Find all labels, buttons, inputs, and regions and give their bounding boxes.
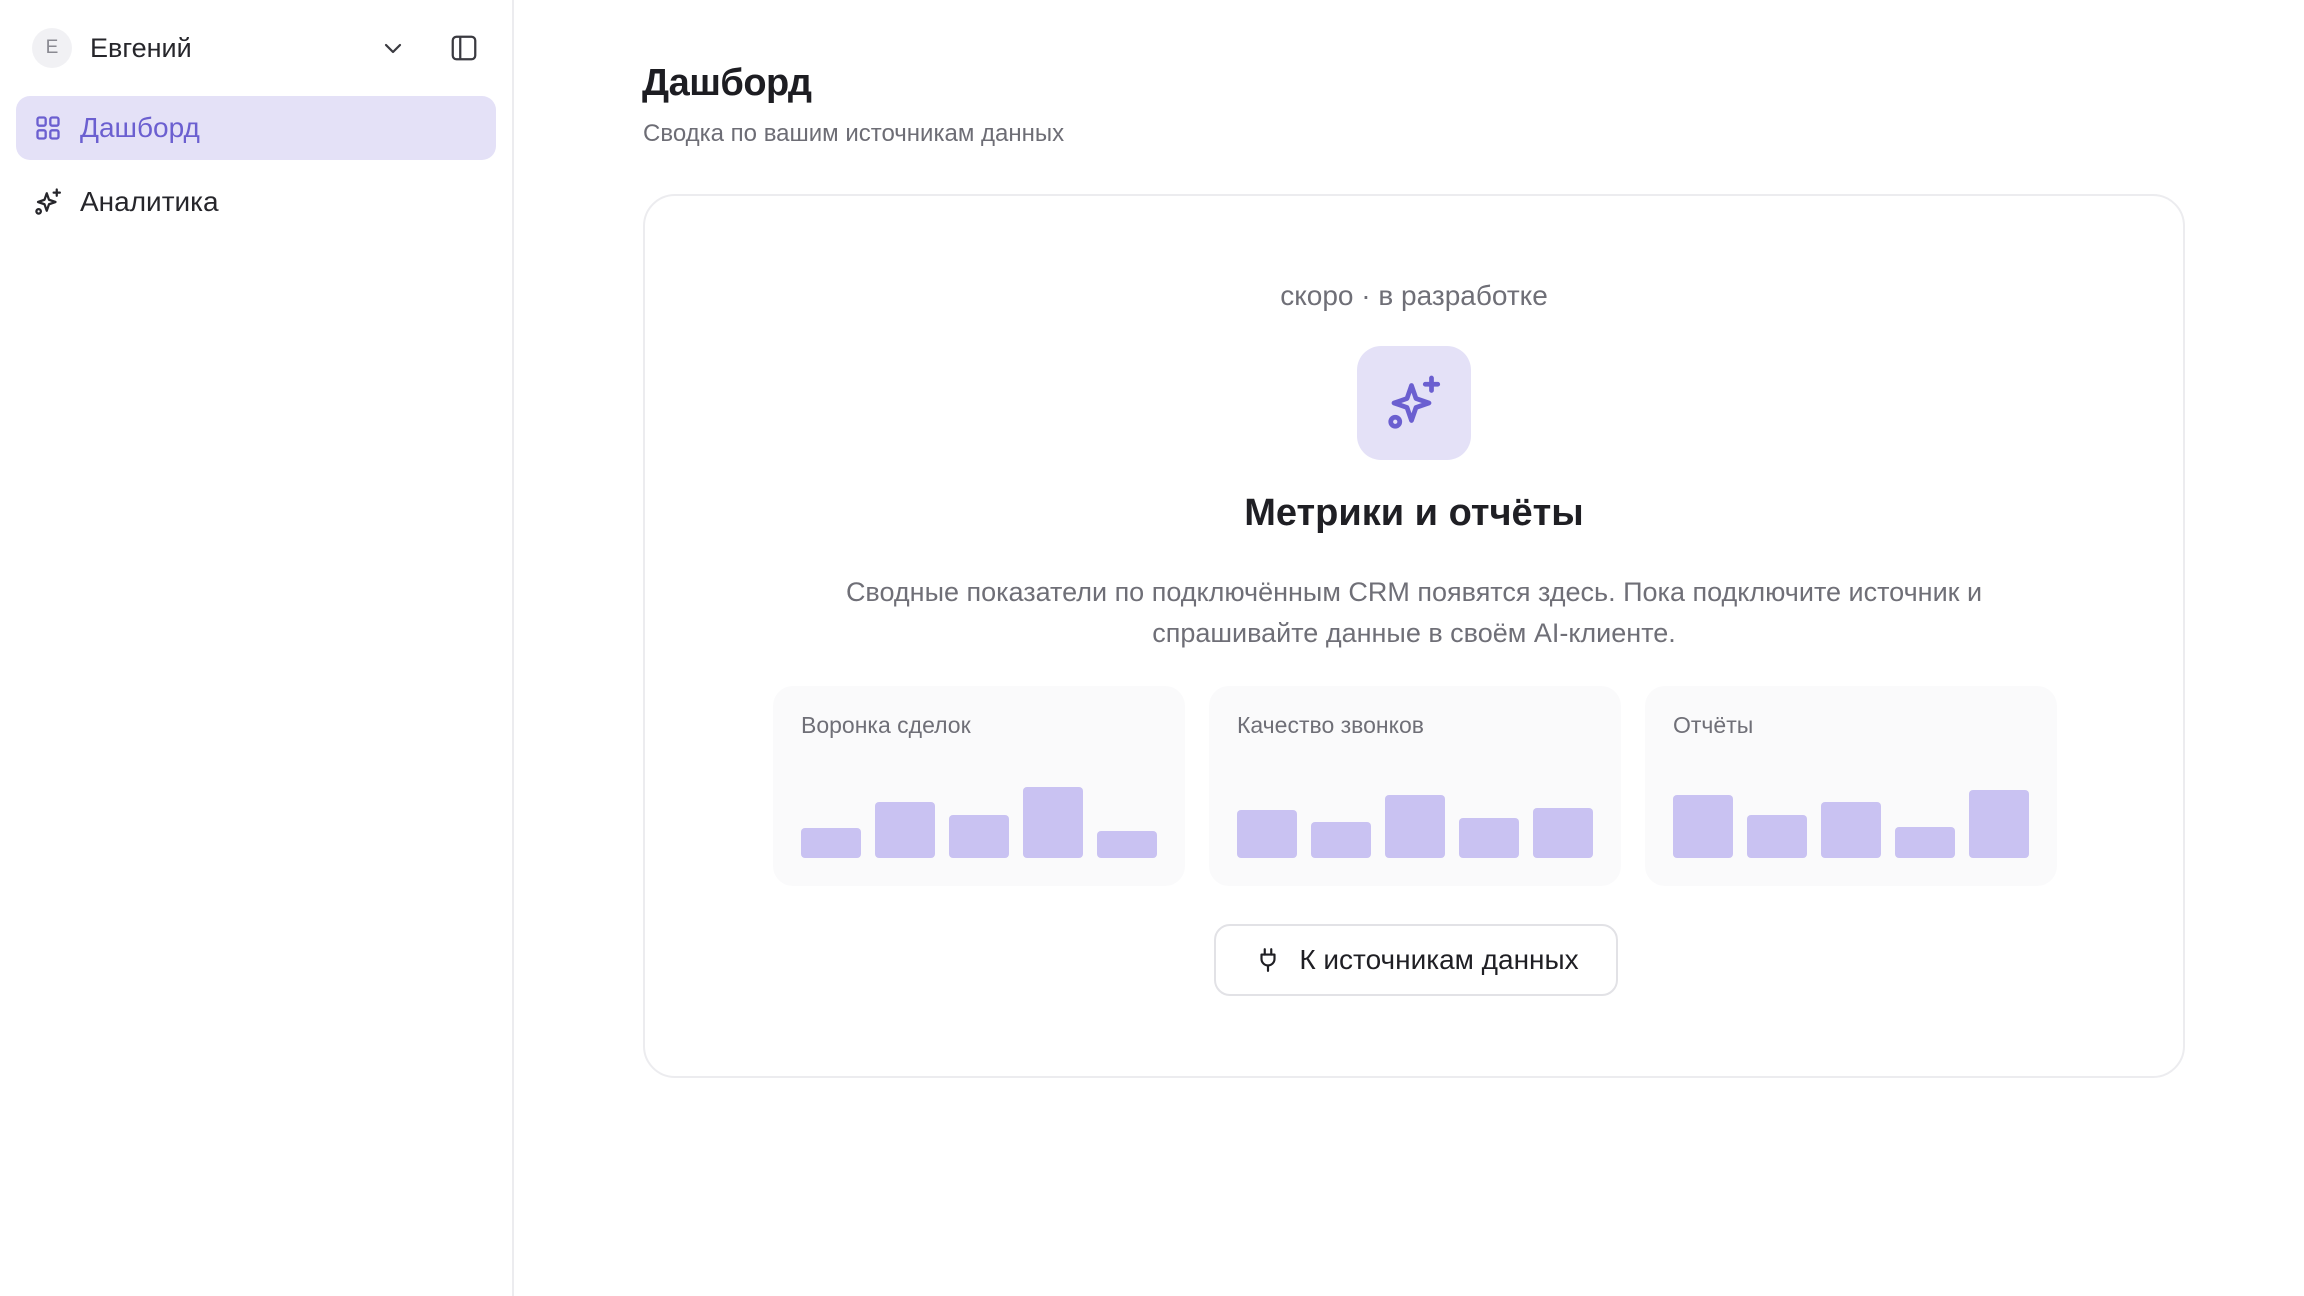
panel-toggle-icon[interactable] — [448, 32, 480, 64]
preview-bar — [1673, 795, 1733, 858]
preview-bar — [801, 828, 861, 858]
card-title: Метрики и отчёты — [1244, 492, 1584, 534]
preview-card-title: Качество звонков — [1237, 712, 1424, 738]
sparkles-icon — [32, 186, 64, 218]
status-badge: скоро · в разработке — [1280, 280, 1548, 311]
sidebar-item-analytics[interactable]: Аналитика — [16, 170, 496, 234]
preview-bar — [1385, 795, 1445, 858]
chevron-down-icon[interactable] — [378, 33, 408, 63]
sidebar-item-label: Аналитика — [80, 186, 219, 217]
preview-card-deals-funnel: Воронка сделок — [773, 686, 1185, 886]
page-subtitle: Сводка по вашим источникам данных — [643, 120, 1065, 147]
preview-bar — [875, 802, 935, 858]
preview-bar — [1459, 817, 1519, 858]
sparkles-icon — [1357, 346, 1471, 460]
preview-bar — [1533, 807, 1593, 858]
data-sources-button[interactable]: К источникам данных — [1214, 924, 1618, 996]
preview-bar — [1747, 814, 1807, 858]
sidebar-item-dashboard[interactable]: Дашборд — [16, 96, 496, 160]
sidebar: E Евгений Дашборд Аналитика — [0, 0, 514, 1296]
user-switcher[interactable]: E Евгений — [16, 0, 496, 96]
preview-bar — [1023, 786, 1083, 858]
preview-bar — [1895, 826, 1955, 858]
preview-chart — [801, 768, 1157, 858]
button-label: К источникам данных — [1299, 944, 1579, 975]
preview-bar — [1969, 789, 2029, 858]
card-description: Сводные показатели по подключённым CRM п… — [845, 577, 1983, 648]
user-name: Евгений — [90, 32, 192, 63]
avatar: E — [32, 28, 72, 68]
preview-card-title: Отчёты — [1673, 712, 1754, 738]
page-title: Дашборд — [642, 62, 812, 104]
app-root: E Евгений Дашборд Аналитика Дашборд Свод… — [0, 0, 2304, 1296]
main-content: Дашборд Сводка по вашим источникам данны… — [514, 0, 2304, 1296]
preview-card-title: Воронка сделок — [801, 712, 971, 738]
preview-bar — [1097, 831, 1157, 858]
preview-card-call-quality: Качество звонков — [1209, 686, 1621, 886]
preview-chart — [1673, 768, 2029, 858]
preview-bar — [1821, 802, 1881, 858]
preview-bar — [1237, 810, 1297, 858]
preview-card-reports: Отчёты — [1645, 686, 2057, 886]
sidebar-item-label: Дашборд — [80, 112, 200, 143]
grid-icon — [32, 112, 64, 144]
coming-soon-card: скоро · в разработке Метрики и отчёты Св… — [643, 194, 2185, 1078]
preview-chart — [1237, 768, 1593, 858]
preview-cards: Воронка сделок Качество звонков Отчёты — [773, 686, 2057, 886]
preview-bar — [949, 814, 1009, 858]
plug-icon — [1253, 945, 1283, 975]
preview-bar — [1311, 822, 1371, 858]
